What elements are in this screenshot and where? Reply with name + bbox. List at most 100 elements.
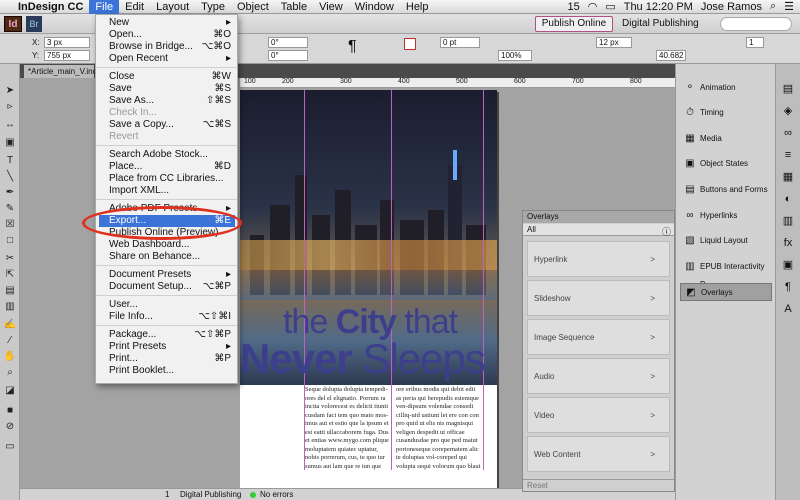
hand-tool-icon[interactable]: ✋ xyxy=(3,350,17,363)
clock[interactable]: Thu 12:20 PM xyxy=(624,1,693,13)
num-field[interactable]: 1 xyxy=(746,37,764,48)
line-tool-icon[interactable]: ╲ xyxy=(3,170,17,183)
pen-tool-icon[interactable]: ✒ xyxy=(3,186,17,199)
menu-item-document-setup[interactable]: Document Setup... ⌥⌘P xyxy=(109,281,231,293)
list-icon[interactable]: ☰ xyxy=(784,0,794,13)
pencil-tool-icon[interactable]: ✎ xyxy=(3,202,17,215)
color-icon[interactable]: ◐ xyxy=(781,192,795,206)
bridge-button[interactable]: Br xyxy=(26,16,42,32)
overlays-reset[interactable]: Reset xyxy=(523,479,674,491)
preflight-status[interactable]: No errors xyxy=(260,489,293,500)
menu-window[interactable]: Window xyxy=(349,0,400,14)
menu-item-place[interactable]: Place... ⌘D xyxy=(109,161,231,173)
menu-item-print-presets[interactable]: Print Presets ▸ xyxy=(109,341,231,353)
gap-tool-icon[interactable]: ↔ xyxy=(3,118,17,131)
headline-line-2[interactable]: Never Sleeps xyxy=(240,335,486,383)
menu-type[interactable]: Type xyxy=(195,0,231,14)
menu-file[interactable]: File xyxy=(89,0,120,14)
menu-item-save[interactable]: Save ⌘S xyxy=(109,83,231,95)
menu-help[interactable]: Help xyxy=(400,0,435,14)
menu-item-close[interactable]: Close ⌘W xyxy=(109,71,231,83)
links-icon[interactable]: ∞ xyxy=(781,126,795,140)
view-mode-icon[interactable]: ▭ xyxy=(3,440,17,453)
menu-item-search-adobe-stock[interactable]: Search Adobe Stock... xyxy=(109,149,231,161)
note-tool-icon[interactable]: ✍ xyxy=(3,318,17,331)
overlay-web-content[interactable]: Web Content > xyxy=(527,436,670,472)
gradient-icon[interactable]: ▥ xyxy=(781,214,795,228)
panel-epub-interactivity[interactable]: ▥EPUB Interactivity P... xyxy=(680,258,772,289)
overlay-slideshow[interactable]: Slideshow > xyxy=(527,280,670,316)
menu-item-check-in[interactable]: Check In... xyxy=(109,107,231,119)
user-name[interactable]: Jose Ramos xyxy=(701,1,762,13)
fill-stroke-icon[interactable]: ◪ xyxy=(3,384,17,397)
transform-tool-icon[interactable]: ⇱ xyxy=(3,268,17,281)
size2-field[interactable]: 40.682 xyxy=(656,50,686,61)
menu-item-print[interactable]: Print... ⌘P xyxy=(109,353,231,365)
pages-icon[interactable]: ▤ xyxy=(781,82,795,96)
menu-item-place-from-cc-libraries[interactable]: Place from CC Libraries... xyxy=(109,173,231,185)
document-tab[interactable]: *Article_main_V.ind xyxy=(24,65,97,78)
panel-animation[interactable]: ⚬ Animation xyxy=(680,79,772,97)
menu-item-open[interactable]: Open... ⌘O xyxy=(109,29,231,41)
panel-timing[interactable]: ⏱ Timing xyxy=(680,104,772,122)
info-icon[interactable]: ⓘ xyxy=(662,225,671,238)
search-input[interactable] xyxy=(720,17,792,31)
type-tool-icon[interactable]: T xyxy=(3,154,17,167)
status-number[interactable]: 15 xyxy=(567,1,579,13)
scale-field[interactable]: 100% xyxy=(498,50,532,61)
panel-buttons-forms[interactable]: ▤ Buttons and Forms xyxy=(680,181,772,199)
direct-selection-icon[interactable]: ▹ xyxy=(3,100,17,113)
overlay-video[interactable]: Video > xyxy=(527,397,670,433)
overlays-filter[interactable]: All xyxy=(523,224,674,236)
preset-name[interactable]: Digital Publishing xyxy=(180,489,241,500)
size-field[interactable]: 12 px xyxy=(596,37,632,48)
body-column-1[interactable]: Seque dolupta dolupta tempedi-ores del e… xyxy=(305,386,389,470)
menu-item-print-booklet[interactable]: Print Booklet... xyxy=(109,365,231,377)
menu-item-document-presets[interactable]: Document Presets ▸ xyxy=(109,269,231,281)
gradient-tool-icon[interactable]: ▤ xyxy=(3,284,17,297)
swatches-icon[interactable]: ▦ xyxy=(781,170,795,184)
overlay-audio[interactable]: Audio > xyxy=(527,358,670,394)
text-wrap-icon[interactable]: ▣ xyxy=(781,258,795,272)
selection-tool-icon[interactable]: ➤ xyxy=(3,84,17,97)
panel-overlays[interactable]: ◩ Overlays xyxy=(680,283,772,301)
panel-liquid-layout[interactable]: ▧ Liquid Layout xyxy=(680,232,772,250)
panel-object-states[interactable]: ▣ Object States xyxy=(680,155,772,173)
effects-icon[interactable]: fx xyxy=(781,236,795,250)
menu-item-save-as[interactable]: Save As... ⇧⌘S xyxy=(109,95,231,107)
eyedropper-tool-icon[interactable]: ⁄ xyxy=(3,334,17,347)
menu-item-open-recent[interactable]: Open Recent ▸ xyxy=(109,53,231,65)
app-menu[interactable]: InDesign CC xyxy=(12,0,89,14)
scissors-tool-icon[interactable]: ✂ xyxy=(3,252,17,265)
character-styles-icon[interactable]: A xyxy=(781,302,795,316)
search-icon[interactable]: ⌕ xyxy=(770,0,776,13)
rotate-field[interactable]: 0° xyxy=(268,37,308,48)
paragraph-styles-icon[interactable]: ¶ xyxy=(781,280,795,294)
battery-icon[interactable]: ▭ xyxy=(605,0,615,13)
overlay-hyperlink[interactable]: Hyperlink > xyxy=(527,241,670,277)
rectangle-tool-icon[interactable]: □ xyxy=(3,234,17,247)
menu-item-share-on-behance[interactable]: Share on Behance... xyxy=(109,251,231,263)
menu-layout[interactable]: Layout xyxy=(150,0,195,14)
frame-tool-icon[interactable]: ☒ xyxy=(3,218,17,231)
workspace-switcher[interactable]: Digital Publishing xyxy=(622,16,699,32)
x-field[interactable]: 3 px xyxy=(44,37,90,48)
menu-item-web-dashboard[interactable]: Web Dashboard... xyxy=(109,239,231,251)
menu-item-import-xml[interactable]: Import XML... xyxy=(109,185,231,197)
stroke-field[interactable]: 0 pt xyxy=(440,37,480,48)
page-number[interactable]: 1 xyxy=(165,489,169,500)
stroke-icon[interactable]: ≡ xyxy=(781,148,795,162)
panel-hyperlinks[interactable]: ∞ Hyperlinks xyxy=(680,207,772,225)
menu-item-browse-in-bridge[interactable]: Browse in Bridge... ⌥⌘O xyxy=(109,41,231,53)
apple-menu[interactable] xyxy=(0,0,12,14)
wifi-icon[interactable]: ◠ xyxy=(588,0,598,13)
panel-media[interactable]: ▦ Media xyxy=(680,130,772,148)
menu-item-file-info[interactable]: File Info... ⌥⇧⌘I xyxy=(109,311,231,323)
overlay-image-sequence[interactable]: Image Sequence > xyxy=(527,319,670,355)
fill-swatch-icon[interactable] xyxy=(404,38,416,50)
menu-item-new[interactable]: New ▸ xyxy=(109,17,231,29)
menu-item-revert[interactable]: Revert xyxy=(109,131,231,143)
menu-table[interactable]: Table xyxy=(275,0,313,14)
layers-icon[interactable]: ◈ xyxy=(781,104,795,118)
shear-field[interactable]: 0° xyxy=(268,50,308,61)
